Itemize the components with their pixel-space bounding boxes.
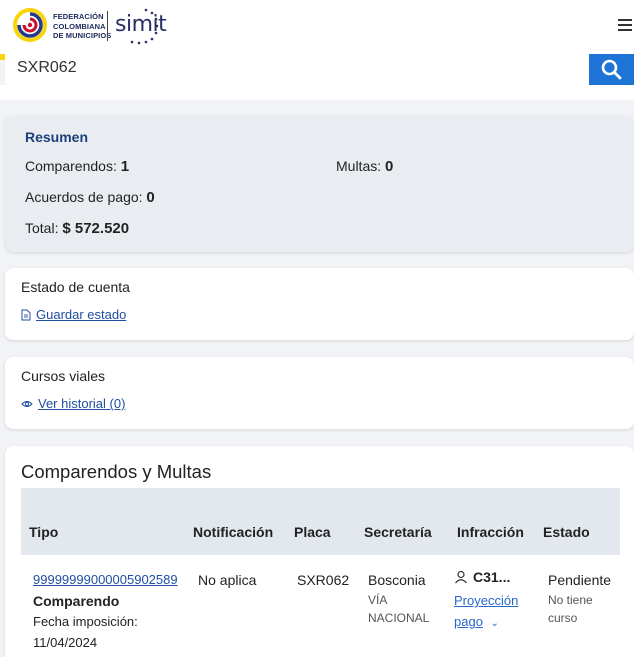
save-status-link[interactable]: Guardar estado (21, 307, 126, 322)
payment-projection-link-line-2[interactable]: pago ⌄ (454, 614, 499, 629)
summary-title: Resumen (25, 129, 89, 145)
plate-search-input[interactable] (17, 54, 577, 82)
fines-table-header: Tipo Notificación Placa Secretaría Infra… (21, 488, 620, 555)
eye-icon (21, 400, 33, 407)
imposition-date: 11/04/2024 (33, 635, 98, 650)
chevron-down-icon[interactable]: ⌄ (491, 618, 499, 629)
multas-label: Multas: (336, 158, 382, 174)
plate-value: SXR062 (297, 572, 350, 588)
account-status-title: Estado de cuenta (21, 279, 130, 295)
acuerdos-value: 0 (146, 189, 155, 206)
search-separator (0, 85, 634, 100)
save-status-label[interactable]: Guardar estado (36, 307, 126, 322)
road-courses-title: Cursos viales (21, 368, 106, 384)
infraction-code[interactable]: C31... (454, 569, 510, 585)
organization-name: FEDERACIÓN COLOMBIANA DE MUNICIPIOS (53, 12, 111, 41)
column-header-secretaria: Secretaría (364, 524, 432, 540)
hamburger-menu-icon[interactable] (618, 17, 634, 35)
fine-number-link[interactable]: 99999999000005902589 (33, 572, 178, 587)
infraction-code-value: C31... (473, 569, 511, 585)
search-button[interactable] (589, 54, 634, 85)
multas-value: 0 (385, 158, 394, 175)
fcm-logo-icon (13, 8, 47, 42)
person-icon (455, 570, 467, 584)
acuerdos-label: Acuerdos de pago: (25, 189, 143, 205)
status-value: Pendiente (548, 572, 612, 588)
acuerdos-count: Acuerdos de pago: 0 (25, 189, 155, 206)
column-header-notificacion: Notificación (193, 524, 274, 540)
secretariat-sub-line-1: VÍA (368, 593, 388, 607)
comparendos-label: Comparendos: (25, 158, 117, 174)
column-header-estado: Estado (543, 524, 590, 540)
view-history-link[interactable]: Ver historial (0) (21, 396, 125, 411)
secretariat-name: Bosconia (368, 572, 426, 588)
road-courses-card: Cursos viales Ver historial (0) (5, 357, 634, 429)
fines-title: Comparendos y Multas (21, 461, 212, 482)
multas-count: Multas: 0 (336, 158, 393, 175)
search-bar (5, 54, 634, 85)
document-icon (21, 309, 31, 320)
imposition-date-label: Fecha imposición: (33, 614, 138, 629)
logo-divider (107, 11, 108, 41)
simit-logo[interactable]: simit (115, 12, 167, 37)
payment-projection-link-label[interactable]: pago (454, 614, 483, 629)
top-header: FEDERACIÓN COLOMBIANA DE MUNICIPIOS simi… (0, 0, 634, 54)
view-history-label[interactable]: Ver historial (0) (38, 396, 125, 411)
secretariat-sub-line-2: NACIONAL (368, 611, 430, 625)
column-header-tipo: Tipo (29, 524, 59, 540)
payment-projection-link-line-1[interactable]: Proyección (454, 593, 518, 608)
column-header-placa: Placa (294, 524, 331, 540)
total-value: $ 572.520 (62, 220, 130, 237)
status-sub-line-1: No tiene (548, 593, 593, 607)
comparendos-count: Comparendos: 1 (25, 158, 129, 175)
account-status-card: Estado de cuenta Guardar estado (5, 268, 634, 340)
total-amount: Total: $ 572.520 (25, 220, 129, 237)
summary-card: Resumen Comparendos: 1 Multas: 0 Acuerdo… (5, 116, 634, 252)
comparendos-value: 1 (120, 158, 130, 175)
org-name-line-2: COLOMBIANA (53, 21, 106, 31)
search-icon (601, 59, 622, 80)
org-name-line-3: DE MUNICIPIOS (53, 31, 112, 40)
notification-value: No aplica (198, 572, 257, 588)
total-label: Total: (25, 220, 59, 236)
org-name-line-1: FEDERACIÓN (53, 12, 104, 21)
fines-card: Comparendos y Multas Tipo Notificación P… (5, 446, 634, 657)
fine-type: Comparendo (33, 593, 120, 609)
column-header-infraccion: Infracción (457, 524, 524, 540)
status-sub-line-2: curso (548, 611, 578, 625)
